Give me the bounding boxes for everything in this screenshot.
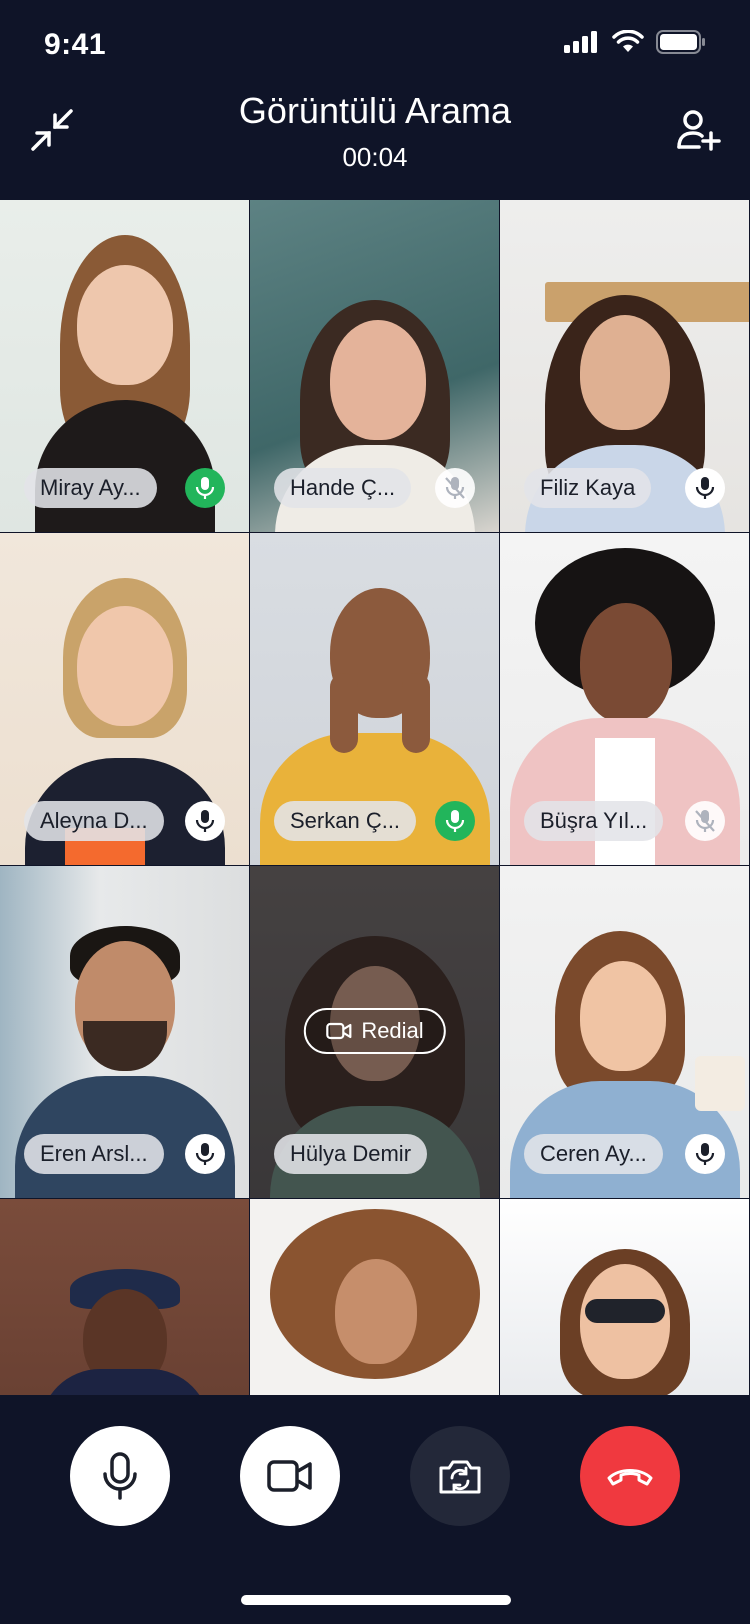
participant-name: Hande Ç... <box>274 468 412 508</box>
mic-status-badge <box>685 1134 725 1174</box>
participant-name: Eren Arsl... <box>24 1134 164 1174</box>
toggle-mic-button[interactable] <box>70 1426 170 1526</box>
participant-grid: Miray Ay... Hande Ç... Filiz Kaya Aleyna… <box>0 200 750 1396</box>
mic-icon <box>445 810 465 832</box>
add-person-icon <box>677 110 721 151</box>
participant-tile[interactable]: Filiz Kaya <box>500 200 750 533</box>
home-indicator[interactable] <box>241 1595 511 1605</box>
mic-status-badge <box>435 468 475 508</box>
redial-button[interactable]: Redial <box>303 1008 446 1054</box>
video-camera-icon <box>325 1022 351 1040</box>
participant-tile[interactable]: Redial Hülya Demir <box>250 866 500 1199</box>
end-call-icon <box>607 1469 653 1486</box>
participant-name: Miray Ay... <box>24 468 157 508</box>
participant-name: Ceren Ay... <box>524 1134 663 1174</box>
mic-status-badge <box>435 801 475 841</box>
mic-icon <box>195 477 215 499</box>
mic-icon <box>695 1143 715 1165</box>
participant-name: Aleyna D... <box>24 801 164 841</box>
mic-status-badge <box>185 1134 225 1174</box>
wifi-icon <box>612 30 644 52</box>
add-participant-button[interactable] <box>670 102 726 158</box>
participant-tile[interactable]: Ceren Ay... <box>500 866 750 1199</box>
mic-icon <box>103 1452 137 1500</box>
participant-tile[interactable] <box>500 1199 750 1396</box>
mic-muted-icon <box>445 477 465 499</box>
mic-muted-icon <box>695 810 715 832</box>
participant-tile[interactable]: Büşra Yıl... <box>500 533 750 866</box>
participant-name: Büşra Yıl... <box>524 801 664 841</box>
redial-label: Redial <box>361 1018 424 1043</box>
participant-name: Filiz Kaya <box>524 468 652 508</box>
participant-tile[interactable]: Miray Ay... <box>0 200 250 533</box>
flip-camera-button[interactable] <box>410 1426 510 1526</box>
mic-icon <box>195 1143 215 1165</box>
end-call-button[interactable] <box>580 1426 680 1526</box>
signal-icon <box>564 31 597 53</box>
camera-icon <box>267 1460 312 1492</box>
participant-tile[interactable] <box>0 1199 250 1396</box>
call-controls <box>0 1396 750 1624</box>
participant-tile[interactable]: Eren Arsl... <box>0 866 250 1199</box>
battery-icon <box>656 30 705 54</box>
participant-tile[interactable]: Serkan Ç... <box>250 533 500 866</box>
flip-camera-icon <box>439 1460 481 1494</box>
participant-tile[interactable] <box>250 1199 500 1396</box>
status-bar: 9:41 <box>0 0 750 90</box>
mic-status-badge <box>185 468 225 508</box>
status-time: 9:41 <box>44 28 107 61</box>
toggle-camera-button[interactable] <box>240 1426 340 1526</box>
mic-status-badge <box>685 801 725 841</box>
participant-name: Serkan Ç... <box>274 801 417 841</box>
mic-status-badge <box>685 468 725 508</box>
participant-name: Hülya Demir <box>274 1134 428 1174</box>
mic-status-badge <box>185 801 225 841</box>
participant-tile[interactable]: Aleyna D... <box>0 533 250 866</box>
call-timer: 00:04 <box>342 142 408 172</box>
mic-icon <box>195 810 215 832</box>
page-title: Görüntülü Arama <box>238 90 512 131</box>
mic-icon <box>695 477 715 499</box>
call-header: Görüntülü Arama 00:04 <box>0 80 750 200</box>
participant-tile[interactable]: Hande Ç... <box>250 200 500 533</box>
status-icons <box>564 30 706 54</box>
